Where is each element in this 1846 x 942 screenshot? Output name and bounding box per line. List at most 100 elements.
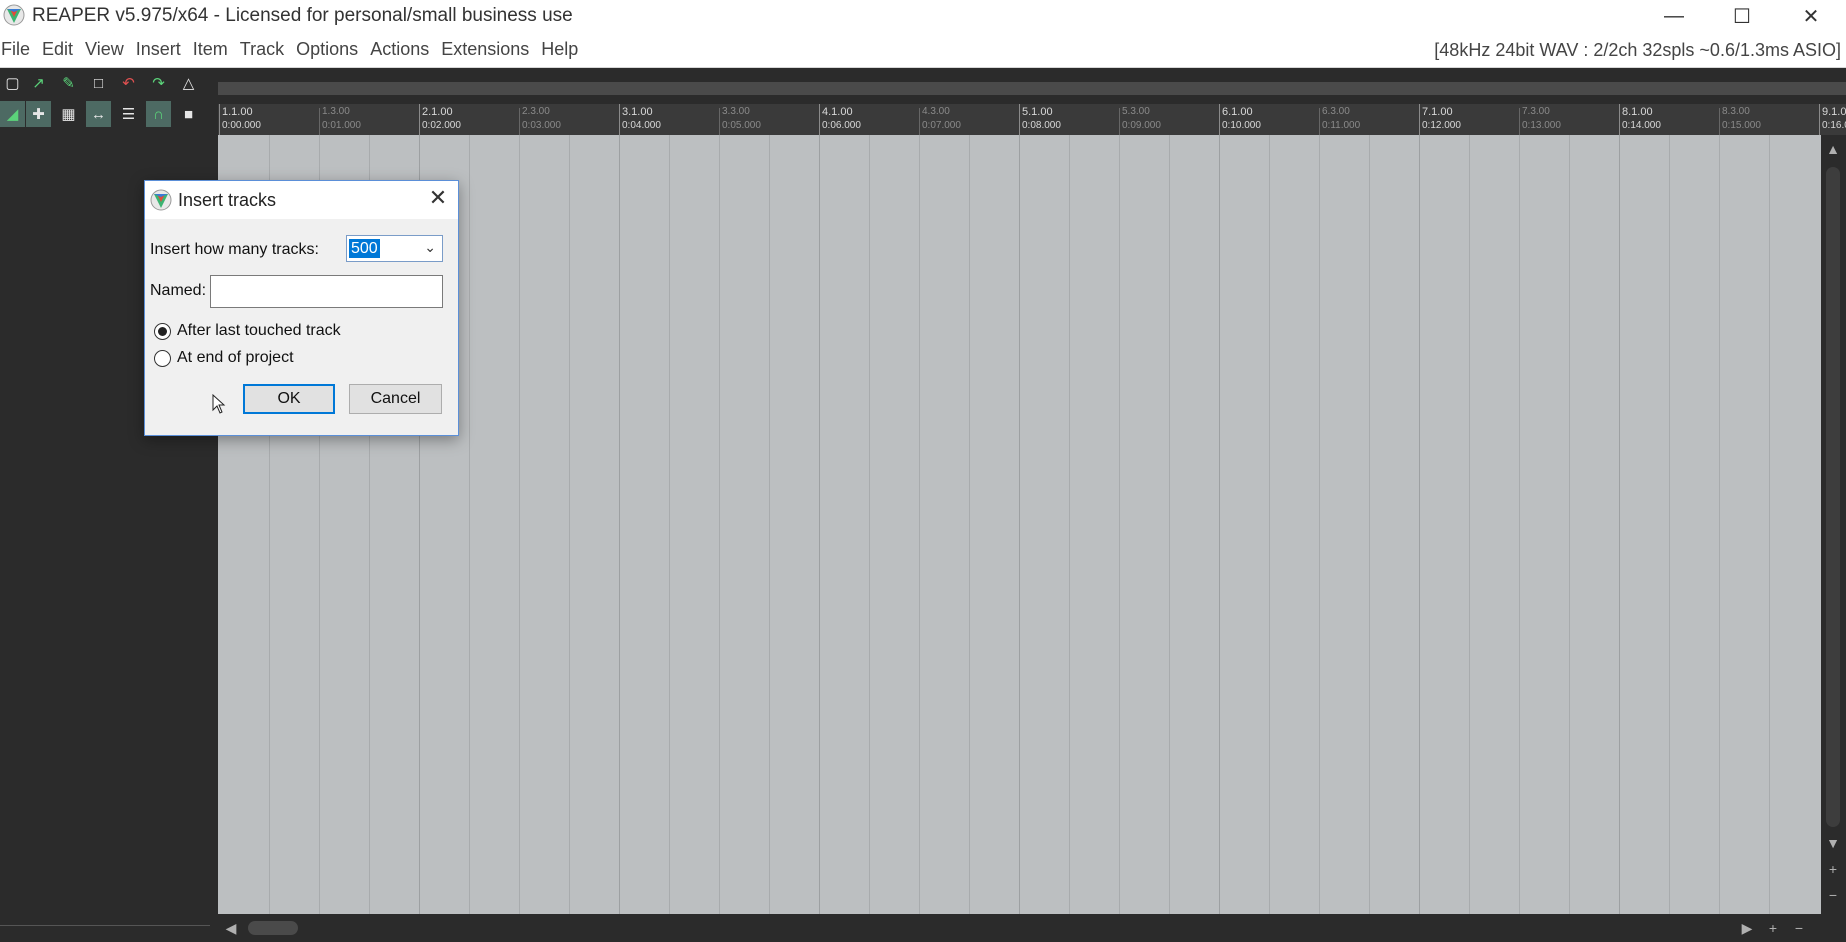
zoom-out-horizontal-icon[interactable]: − <box>1790 920 1808 936</box>
track-count-combobox[interactable]: 500 ⌄ <box>346 235 443 262</box>
menu-file[interactable]: File <box>0 39 38 60</box>
ruler-minor-tick <box>1119 108 1120 135</box>
ruler-major-tick <box>1219 104 1220 135</box>
ripple-edit-icon[interactable]: ✚ <box>26 101 51 127</box>
scroll-left-icon[interactable]: ◀ <box>222 920 240 936</box>
ok-button[interactable]: OK <box>243 384 335 414</box>
grid-icon[interactable]: ▦ <box>56 101 81 127</box>
close-icon: ✕ <box>1802 5 1820 28</box>
zoom-in-vertical-icon[interactable]: + <box>1825 861 1841 877</box>
menu-insert[interactable]: Insert <box>136 39 189 60</box>
ruler-bar-label: 6.1.00 <box>1222 106 1253 118</box>
scroll-down-icon[interactable]: ▼ <box>1825 835 1841 851</box>
track-name-label: Named: <box>150 282 207 299</box>
ruler-time-label: 0:05.000 <box>722 120 761 131</box>
ruler-bar-label: 5.3.00 <box>1122 106 1150 117</box>
undo-icon[interactable]: ↶ <box>116 70 141 96</box>
insert-tracks-dialog: Insert tracks ✕ Insert how many tracks: … <box>144 180 459 436</box>
ruler-major-tick <box>419 104 420 135</box>
timeline-strip <box>218 82 1846 95</box>
end-of-project-radio[interactable] <box>154 350 171 367</box>
lock-icon[interactable]: ■ <box>176 101 201 127</box>
ruler-minor-tick <box>319 108 320 135</box>
maximize-icon: ☐ <box>1733 5 1751 28</box>
vertical-scroll-thumb[interactable] <box>1826 167 1840 827</box>
auto-crossfade-icon[interactable]: ◢ <box>0 101 25 127</box>
cancel-button[interactable]: Cancel <box>349 384 442 414</box>
menu-options[interactable]: Options <box>296 39 366 60</box>
menu-help[interactable]: Help <box>541 39 586 60</box>
ruler-time-label: 0:12.000 <box>1422 120 1461 131</box>
undo-history-icon[interactable]: □ <box>86 70 111 96</box>
menu-item[interactable]: Item <box>193 39 236 60</box>
scroll-up-icon[interactable]: ▲ <box>1825 141 1841 157</box>
redo-icon[interactable]: ↷ <box>146 70 171 96</box>
horizontal-scrollbar[interactable]: ◀ ▶ + − <box>218 914 1846 942</box>
chevron-down-icon[interactable]: ⌄ <box>424 239 436 256</box>
menu-track[interactable]: Track <box>240 39 292 60</box>
horizontal-scroll-thumb[interactable] <box>248 921 298 935</box>
minimize-icon: — <box>1664 4 1684 27</box>
metronome-icon[interactable]: △ <box>176 70 201 96</box>
vertical-scrollbar[interactable]: ▲ ▼ + − <box>1821 135 1846 914</box>
grid-line <box>1469 135 1470 914</box>
ruler-time-label: 0:08.000 <box>1022 120 1061 131</box>
ruler-time-label: 0:15.000 <box>1722 120 1761 131</box>
ruler-bar-label: 1.3.00 <box>322 106 350 117</box>
grid-line <box>1669 135 1670 914</box>
grid-line <box>1319 135 1320 914</box>
ruler-time-label: 0:06.000 <box>822 120 861 131</box>
ruler-time-label: 0:01.000 <box>322 120 361 131</box>
menu-view[interactable]: View <box>85 39 132 60</box>
ruler-time-label: 0:14.000 <box>1622 120 1661 131</box>
ruler-time-label: 0:07.000 <box>922 120 961 131</box>
grid-line <box>1569 135 1570 914</box>
grid-line <box>569 135 570 914</box>
scroll-right-icon[interactable]: ▶ <box>1738 920 1756 936</box>
track-count-value[interactable]: 500 <box>349 239 380 258</box>
envelope-icon[interactable]: ☰ <box>116 101 141 127</box>
grid-line <box>1019 135 1020 914</box>
grid-line <box>719 135 720 914</box>
snap-icon[interactable]: ↔ <box>86 101 111 127</box>
dialog-close-button[interactable]: ✕ <box>426 185 450 211</box>
zoom-in-horizontal-icon[interactable]: + <box>1764 920 1782 936</box>
track-name-input[interactable] <box>210 275 443 308</box>
after-last-touched-radio[interactable] <box>154 323 171 340</box>
new-project-icon[interactable]: ▢ <box>0 70 25 96</box>
maximize-button[interactable]: ☐ <box>1708 0 1776 32</box>
ruler-bar-label: 3.3.00 <box>722 106 750 117</box>
close-button[interactable]: ✕ <box>1777 0 1845 32</box>
ruler-minor-tick <box>919 108 920 135</box>
save-project-icon[interactable]: ↗ <box>26 70 51 96</box>
timeline-ruler[interactable]: 1.1.00 0:00.000 2.1.00 0:02.000 3.1.00 0:04.0… <box>218 104 1846 135</box>
dialog-title: Insert tracks <box>178 190 277 210</box>
after-last-touched-label[interactable]: After last touched track <box>177 322 341 340</box>
zoom-out-vertical-icon[interactable]: − <box>1825 887 1841 903</box>
grid-line <box>1369 135 1370 914</box>
menu-extensions[interactable]: Extensions <box>441 39 537 60</box>
ruler-bar-label: 1.1.00 <box>222 106 253 118</box>
ruler-time-label: 0:03.000 <box>522 120 561 131</box>
radio-selected-dot <box>158 327 167 336</box>
grid-line <box>519 135 520 914</box>
ruler-bar-label: 2.1.00 <box>422 106 453 118</box>
menu-actions[interactable]: Actions <box>370 39 437 60</box>
ruler-major-tick <box>819 104 820 135</box>
magnet-icon[interactable]: ∩ <box>146 101 171 127</box>
grid-line <box>1419 135 1420 914</box>
audio-status[interactable]: [48kHz 24bit WAV : 2/2ch 32spls ~0.6/1.3… <box>1434 40 1841 61</box>
minimize-button[interactable]: — <box>1640 0 1708 32</box>
project-settings-icon[interactable]: ✎ <box>56 70 81 96</box>
tcp-divider <box>0 925 210 926</box>
ruler-bar-label: 9.1.0 <box>1822 106 1846 118</box>
ruler-time-label: 0:02.000 <box>422 120 461 131</box>
grid-line <box>669 135 670 914</box>
mouse-cursor-icon <box>212 394 226 414</box>
grid-line <box>1219 135 1220 914</box>
menu-edit[interactable]: Edit <box>42 39 81 60</box>
end-of-project-label[interactable]: At end of project <box>177 349 294 367</box>
dialog-title-bar: Insert tracks ✕ <box>145 181 458 219</box>
ruler-bar-label: 2.3.00 <box>522 106 550 117</box>
window-title: REAPER v5.975/x64 - Licensed for persona… <box>32 5 573 26</box>
